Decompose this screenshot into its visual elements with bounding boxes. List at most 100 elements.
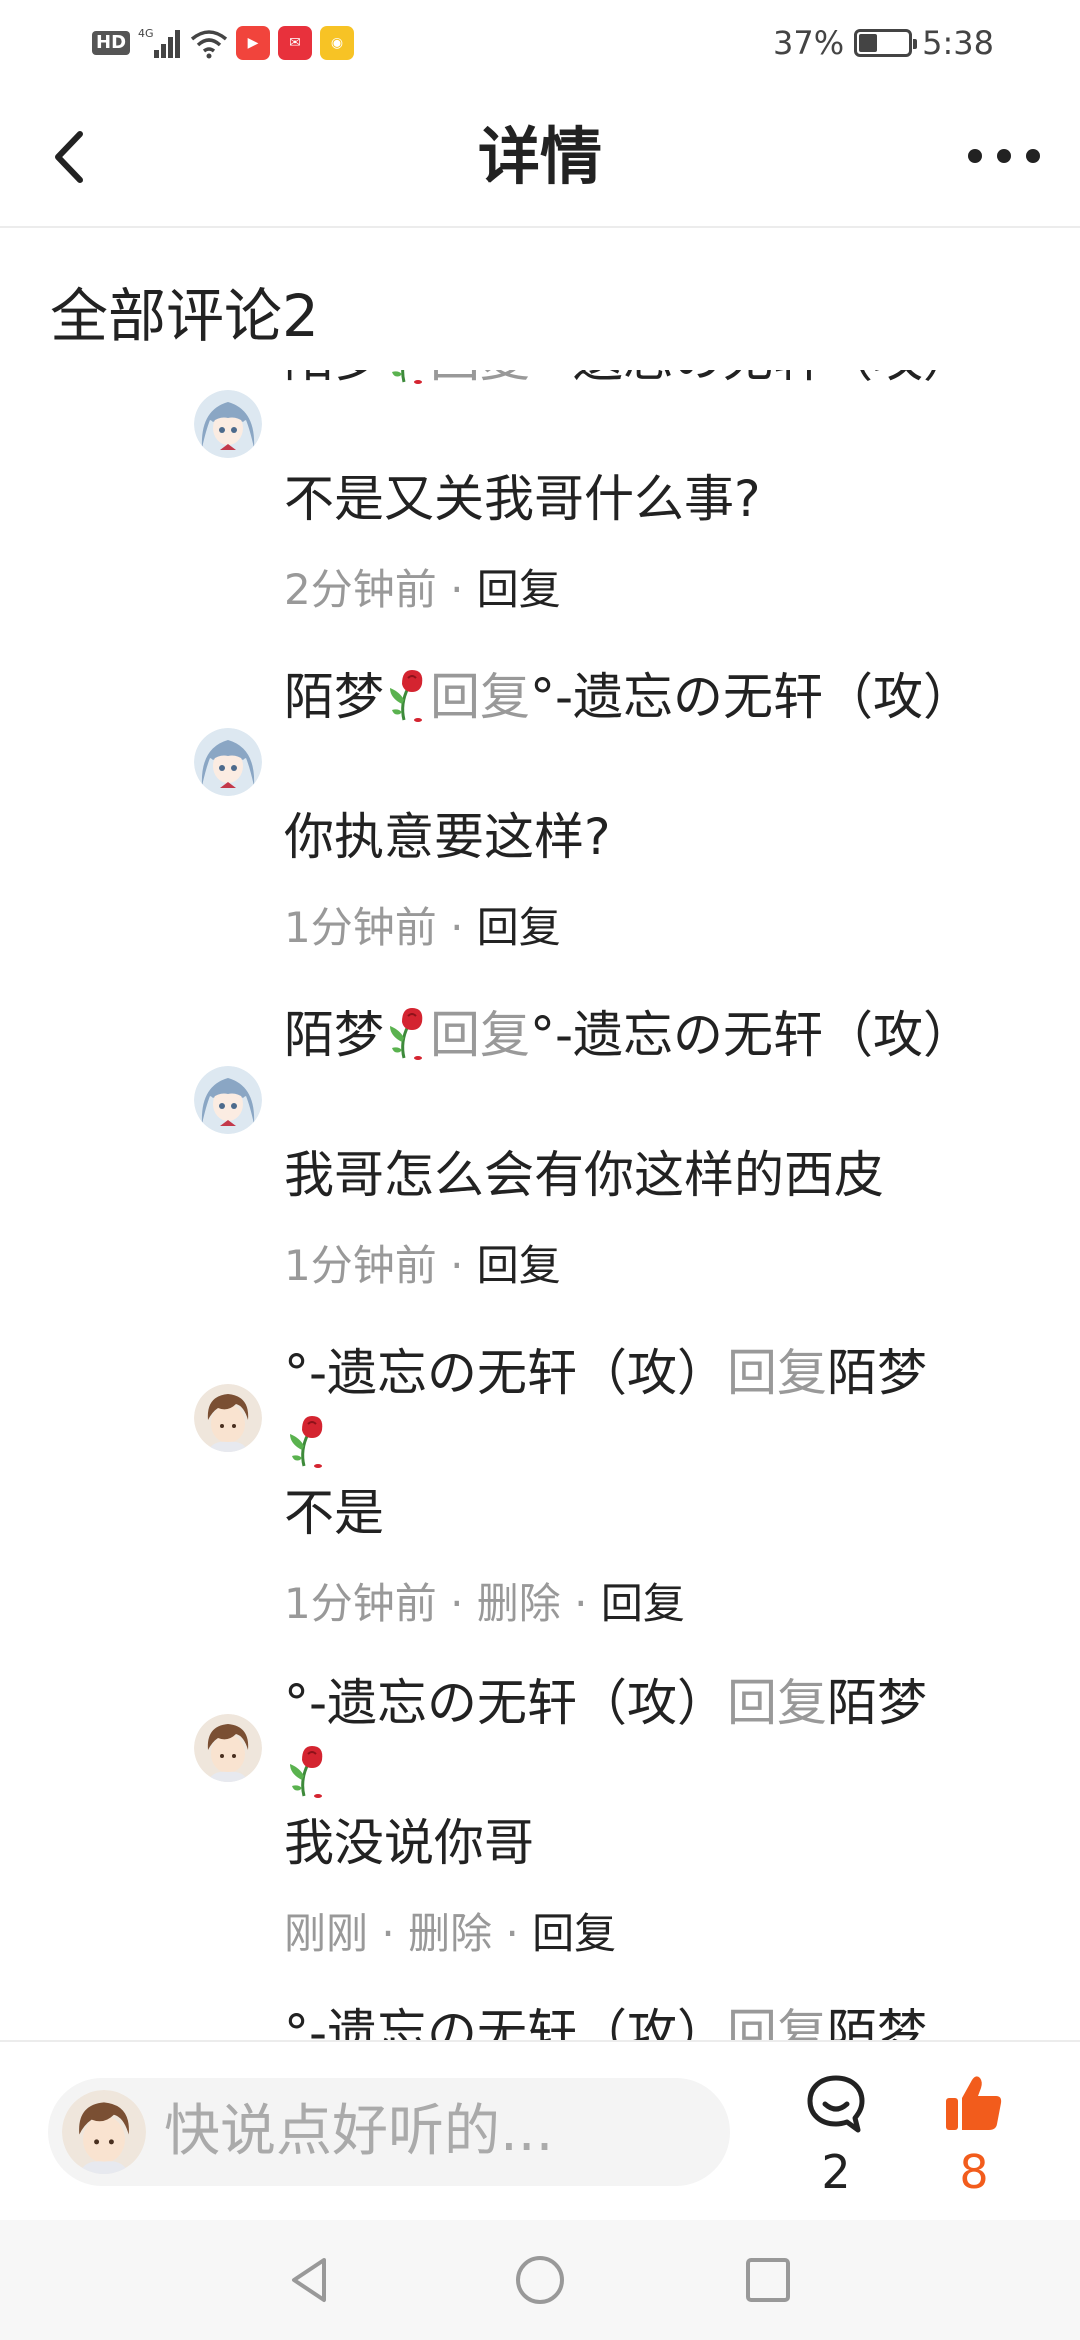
clock: 5:38 <box>922 24 994 62</box>
meta-separator: · <box>492 1909 533 1958</box>
reply-author[interactable]: °-遗忘の无轩（攻） <box>284 1674 727 1732</box>
reply-text: 你执意要这样? <box>284 808 611 866</box>
rose-emoji-icon <box>392 370 422 384</box>
delete-button[interactable]: 删除 <box>477 1579 561 1628</box>
reply-meta: 2分钟前 · 回复 <box>284 560 561 620</box>
reply-target[interactable]: 陌梦 <box>827 1674 927 1732</box>
delete-button[interactable]: 删除 <box>408 1909 492 1958</box>
circle-home-icon <box>516 2256 564 2304</box>
rose-emoji-icon <box>290 1416 323 1468</box>
status-bar: HD 4G ▶ ✉ ◉ 37% 5:38 <box>0 0 1080 86</box>
reply-header: 陌梦 回复°-遗忘の无轩（攻） <box>284 370 1024 394</box>
reply-text: 不是又关我哥什么事? <box>284 470 761 528</box>
reply-button[interactable]: 回复 <box>532 1909 616 1958</box>
reply-target[interactable]: °-遗忘の无轩（攻） <box>530 668 973 726</box>
huawei-store-icon: ✉ <box>278 26 313 60</box>
reply-word: 回复 <box>727 1344 828 1402</box>
nav-back-button[interactable] <box>280 2250 340 2310</box>
reply-item[interactable]: 陌梦回复°-遗忘の无轩（攻）不是又关我哥什么事?2分钟前 · 回复 <box>0 370 1080 662</box>
reply-item[interactable]: °-遗忘の无轩（攻）回复陌梦 <box>0 1998 1080 2040</box>
hd-badge: HD <box>92 31 131 55</box>
meta-separator: · <box>368 1909 409 1958</box>
reply-button[interactable]: 回复 <box>477 903 561 952</box>
reply-meta: 1分钟前 · 删除 · 回复 <box>284 1574 685 1634</box>
reply-target[interactable]: 陌梦 <box>827 2004 927 2040</box>
reply-author[interactable]: °-遗忘の无轩（攻） <box>284 2004 727 2040</box>
meta-separator: · <box>436 565 477 614</box>
reply-target[interactable]: 陌梦 <box>827 1344 927 1402</box>
reply-header: 陌梦回复°-遗忘の无轩（攻） <box>284 662 1024 732</box>
reply-button[interactable]: 回复 <box>477 565 561 614</box>
reply-author[interactable]: 陌梦 <box>284 668 384 726</box>
more-dot-icon <box>968 149 982 163</box>
reply-meta: 1分钟前 · 回复 <box>284 898 561 958</box>
meta-separator: · <box>436 1579 477 1628</box>
rose-emoji-icon <box>390 1008 423 1060</box>
reply-author[interactable]: °-遗忘の无轩（攻） <box>284 1344 727 1402</box>
comment-count: 2 <box>821 2145 851 2199</box>
reply-button[interactable]: 回复 <box>601 1579 685 1628</box>
reply-item[interactable]: 陌梦 回复°-遗忘の无轩（攻） 我哥怎么会有你这样的西皮 1分钟前 · 回复 <box>0 1000 1080 1338</box>
reply-header: °-遗忘の无轩（攻）回复陌梦 <box>284 1668 1024 1808</box>
wifi-icon <box>190 30 228 59</box>
cellular-signal-icon: 4G <box>138 27 181 58</box>
app-header: 详情 <box>0 86 1080 228</box>
commenter-avatar[interactable] <box>194 1384 262 1452</box>
girl-avatar-icon <box>194 1066 262 1134</box>
user-avatar <box>62 2090 146 2174</box>
reply-word: 回复 <box>430 370 530 388</box>
reply-time: 2分钟前 <box>284 565 437 614</box>
reply-time: 1分钟前 <box>284 903 437 952</box>
reply-item[interactable]: °-遗忘の无轩（攻）回复陌梦 我没说你哥 刚刚 · 删除 · 回复 <box>0 1668 1080 1998</box>
commenter-avatar[interactable] <box>194 1714 262 1782</box>
reply-text: 不是 <box>284 1484 384 1542</box>
comment-bubble-icon <box>807 2075 865 2133</box>
reply-time: 1分钟前 <box>284 1579 437 1628</box>
girl-avatar-icon <box>194 390 262 458</box>
reply-word: 回复 <box>430 1006 530 1064</box>
reply-author[interactable]: 陌梦 <box>284 370 384 388</box>
reply-item[interactable]: 陌梦 回复°-遗忘の无轩（攻） 你执意要这样? 1分钟前 · 回复 <box>0 662 1080 1000</box>
commenter-avatar[interactable] <box>194 1066 262 1134</box>
nav-home-button[interactable] <box>510 2250 570 2310</box>
reply-author[interactable]: 陌梦 <box>284 1006 384 1064</box>
reply-header: 陌梦回复°-遗忘の无轩（攻） <box>284 1000 1024 1070</box>
comment-list[interactable]: 陌梦回复°-遗忘の无轩（攻）不是又关我哥什么事?2分钟前 · 回复陌梦回复°-遗… <box>0 370 1080 2040</box>
reply-target[interactable]: °-遗忘の无轩（攻） <box>530 370 973 388</box>
page-title: 详情 <box>477 120 602 193</box>
bottom-action-bar: 快说点好听的... 2 8 <box>0 2040 1080 2220</box>
nav-recents-button[interactable] <box>738 2250 798 2310</box>
reply-word: 回复 <box>727 1674 828 1732</box>
comment-list-content: 陌梦回复°-遗忘の无轩（攻）不是又关我哥什么事?2分钟前 · 回复陌梦回复°-遗… <box>0 370 1080 2040</box>
reply-word: 回复 <box>430 668 530 726</box>
thumbs-up-icon <box>946 2076 1002 2130</box>
reply-item[interactable]: °-遗忘の无轩（攻）回复陌梦 不是 1分钟前 · 删除 · 回复 <box>0 1338 1080 1668</box>
rose-emoji-icon <box>290 1746 323 1798</box>
triangle-back-icon <box>292 2258 326 2302</box>
rose-emoji-icon <box>390 670 423 722</box>
more-dot-icon <box>1026 149 1040 163</box>
like-count: 8 <box>959 2145 989 2199</box>
comment-input[interactable]: 快说点好听的... <box>48 2078 730 2186</box>
more-options-button[interactable] <box>964 136 1044 176</box>
comments-button[interactable]: 2 <box>792 2072 880 2202</box>
status-bar-left: HD 4G ▶ ✉ ◉ <box>92 24 355 62</box>
comment-input-placeholder: 快说点好听的... <box>164 2099 554 2164</box>
reply-target[interactable]: °-遗忘の无轩（攻） <box>530 1006 973 1064</box>
commenter-avatar[interactable] <box>194 728 262 796</box>
status-bar-right: 37% 5:38 <box>773 22 994 64</box>
square-recents-icon <box>746 2258 790 2302</box>
reply-header: °-遗忘の无轩（攻）回复陌梦 <box>284 1998 1024 2040</box>
meta-separator: · <box>436 1241 477 1290</box>
more-dot-icon <box>997 149 1011 163</box>
reply-time: 1分钟前 <box>284 1241 437 1290</box>
boy-avatar-icon <box>194 1384 262 1452</box>
commenter-avatar[interactable] <box>194 390 262 458</box>
battery-percent: 37% <box>773 24 845 62</box>
reply-button[interactable]: 回复 <box>477 1241 561 1290</box>
girl-avatar-icon <box>194 728 262 796</box>
reply-meta: 刚刚 · 删除 · 回复 <box>284 1904 616 1964</box>
like-button[interactable]: 8 <box>930 2072 1018 2202</box>
network-type: 4G <box>138 27 154 40</box>
meta-separator: · <box>436 903 477 952</box>
